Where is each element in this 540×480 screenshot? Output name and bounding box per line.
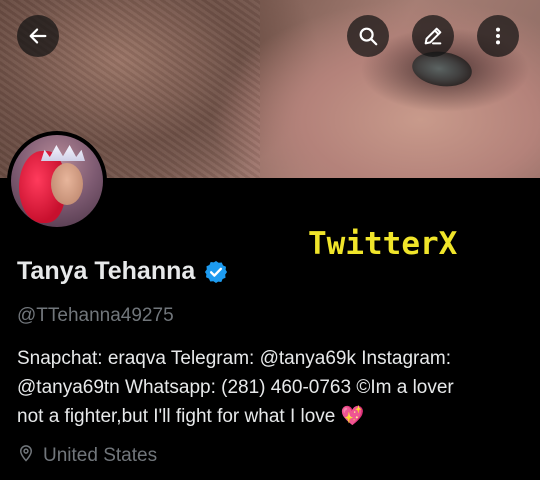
edit-button[interactable] (412, 15, 454, 57)
profile-bio: Snapchat: eraqva Telegram: @tanya69k Ins… (17, 344, 532, 431)
bio-line: @tanya69tn Whatsapp: (281) 460-0763 ©Im … (17, 377, 454, 398)
bio-line: not a fighter,but I'll fight for what I … (17, 402, 532, 431)
pencil-icon (422, 25, 444, 47)
location-text: United States (43, 445, 158, 466)
verified-badge-icon[interactable] (203, 259, 229, 285)
avatar-image (11, 135, 103, 227)
user-handle: @TTehanna49275 (17, 305, 174, 326)
search-button[interactable] (347, 15, 389, 57)
arrow-left-icon (27, 25, 49, 47)
name-row: Tanya Tehanna (17, 257, 229, 286)
more-options-button[interactable] (477, 15, 519, 57)
watermark-text: TwitterX (308, 226, 458, 262)
sparkling-heart-emoji: 💖 (340, 406, 365, 427)
more-vertical-icon (487, 25, 509, 47)
avatar[interactable] (7, 131, 107, 231)
back-button[interactable] (17, 15, 59, 57)
map-pin-icon (17, 443, 43, 469)
bio-text: not a fighter,but I'll fight for what I … (17, 406, 341, 427)
bio-line: Snapchat: eraqva Telegram: @tanya69k Ins… (17, 348, 452, 369)
search-icon (357, 25, 379, 47)
display-name: Tanya Tehanna (17, 257, 196, 285)
location-row: United States (17, 443, 157, 469)
